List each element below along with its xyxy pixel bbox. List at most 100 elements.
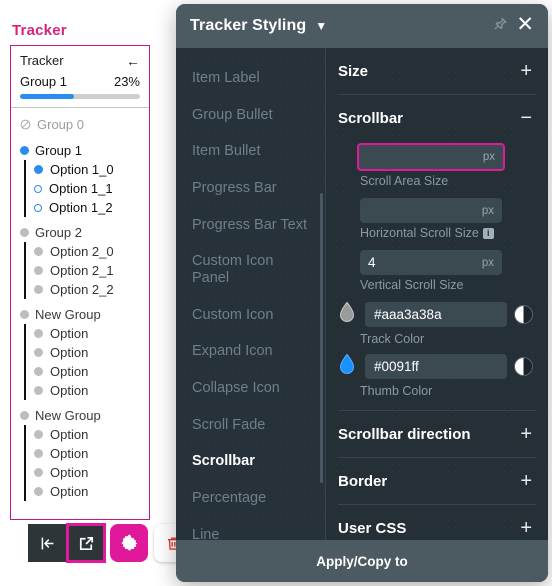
tracker-item-row[interactable]: Option (26, 324, 149, 343)
hollow-blue-dot (34, 184, 42, 193)
tracker-section-title: Tracker (12, 22, 67, 39)
tracker-item-label: Option (50, 364, 89, 379)
tracker-item-row[interactable]: Option (26, 381, 149, 400)
section-scrollbar-toggle[interactable]: − (520, 108, 532, 128)
tracker-group-row[interactable]: Group 2 (11, 223, 149, 242)
nav-item-scroll-fade[interactable]: Scroll Fade (176, 407, 325, 444)
nav-item-progress-bar-text[interactable]: Progress Bar Text (176, 207, 325, 244)
nav-item-group-bullet[interactable]: Group Bullet (176, 97, 325, 134)
scroll-area-size-input[interactable]: px (357, 143, 505, 171)
tracker-preview: Tracker Tracker ← Group 1 23% Group 0 Gro… (10, 22, 150, 520)
tracker-percent-label: 23% (113, 74, 140, 89)
nav-item-line[interactable]: Line (176, 517, 325, 540)
droplet-icon[interactable] (336, 352, 358, 381)
nav-item-item-label[interactable]: Item Label (176, 60, 325, 97)
tracker-item-row[interactable]: Option 2_1 (26, 261, 149, 280)
tracker-group-row[interactable]: Group 1 (11, 141, 149, 160)
tracker-item-label: Option (50, 383, 89, 398)
tracker-item-label: Option (50, 465, 89, 480)
droplet-icon[interactable] (336, 300, 358, 329)
tracker-item-row[interactable]: Option (26, 444, 149, 463)
panel-nav-list: Item Label Group Bullet Item Bullet Progres… (176, 48, 326, 540)
section-user-css[interactable]: User CSS + (326, 505, 548, 540)
unit-label: px (482, 151, 495, 163)
contrast-icon[interactable] (514, 305, 533, 324)
panel-header: Tracker Styling ▼ ✕ (176, 4, 548, 48)
close-icon[interactable]: ✕ (514, 14, 536, 38)
section-size[interactable]: Size + (326, 48, 548, 94)
tracker-group-label: New Group (35, 408, 101, 423)
tracker-item-row[interactable]: Option (26, 343, 149, 362)
vertical-scroll-size-value: 4 (368, 255, 376, 270)
tracker-group-row[interactable]: Group 0 (11, 115, 149, 134)
pin-icon[interactable] (492, 16, 508, 37)
tracker-item-label: Option 1_2 (49, 200, 113, 215)
panel-body: Item Label Group Bullet Item Bullet Progres… (176, 48, 548, 540)
nav-item-item-bullet[interactable]: Item Bullet (176, 133, 325, 170)
nav-item-collapse-icon[interactable]: Collapse Icon (176, 370, 325, 407)
tracker-header-label: Tracker (20, 53, 64, 68)
section-scrollbar-direction-toggle[interactable]: + (520, 424, 532, 444)
filled-gray-dot (34, 247, 43, 256)
tracker-item-row[interactable]: Option 2_2 (26, 280, 149, 299)
section-scrollbar[interactable]: Scrollbar − (326, 95, 548, 141)
track-color-input[interactable]: #aaa3a38a (365, 302, 507, 327)
nav-item-custom-icon-panel[interactable]: Custom Icon Panel (176, 243, 325, 296)
nav-item-progress-bar[interactable]: Progress Bar (176, 170, 325, 207)
horizontal-scroll-size-label: Horizontal Scroll Size (360, 226, 479, 240)
apply-copy-bar[interactable]: Apply/Copy to (176, 540, 548, 582)
tracker-group-row[interactable]: New Group (11, 305, 149, 324)
tracker-item-row[interactable]: Option 1_2 (26, 198, 149, 217)
tracker-item-row[interactable]: Option (26, 425, 149, 444)
tracker-item-row[interactable]: Option 1_1 (26, 179, 149, 198)
filled-gray-dot (34, 329, 43, 338)
tracker-item-row[interactable]: Option (26, 463, 149, 482)
contrast-icon[interactable] (514, 357, 533, 376)
tracker-group-row[interactable]: New Group (11, 406, 149, 425)
tracker-group-label: Group 1 (35, 143, 82, 158)
nav-item-label: Collapse Icon (192, 380, 280, 397)
tracker-item-row[interactable]: Option (26, 482, 149, 501)
apply-copy-label: Apply/Copy to (316, 553, 408, 569)
section-border-toggle[interactable]: + (520, 471, 532, 491)
vertical-scroll-size-input[interactable]: 4 px (360, 250, 502, 275)
nav-item-percentage[interactable]: Percentage (176, 480, 325, 517)
section-size-toggle[interactable]: + (520, 61, 532, 81)
section-border[interactable]: Border + (326, 458, 548, 504)
tracker-item-label: Option 1_1 (49, 181, 113, 196)
nav-item-scrollbar[interactable]: Scrollbar (176, 443, 325, 480)
thumb-color-input[interactable]: #0091ff (365, 354, 507, 379)
collapse-left-icon-button[interactable] (28, 524, 66, 562)
section-scrollbar-title: Scrollbar (338, 109, 404, 127)
disabled-circle-icon (20, 119, 31, 130)
tracker-item-label: Option 2_0 (50, 244, 114, 259)
gear-icon-button[interactable] (110, 524, 148, 562)
tracker-item-list: Option Option Option Option (24, 425, 149, 501)
field-track-color: #aaa3a38a (326, 300, 548, 329)
nav-item-label: Progress Bar Text (192, 216, 307, 233)
vertical-scroll-size-label: Vertical Scroll Size (360, 278, 464, 292)
section-user-css-toggle[interactable]: + (520, 518, 532, 538)
progress-bar-fill (20, 94, 74, 99)
tracker-item-row[interactable]: Option (26, 362, 149, 381)
nav-scrollbar[interactable] (320, 193, 323, 483)
section-user-css-title: User CSS (338, 519, 407, 537)
nav-item-label: Group Bullet (192, 106, 273, 123)
tracker-group-label: Group 1 (20, 74, 67, 89)
tracker-item-row[interactable]: Option 1_0 (26, 160, 149, 179)
chevron-down-icon[interactable]: ▼ (315, 19, 327, 33)
horizontal-scroll-size-input[interactable]: px (360, 198, 502, 223)
filled-gray-dot (20, 411, 29, 420)
nav-item-expand-icon[interactable]: Expand Icon (176, 333, 325, 370)
filled-gray-dot (34, 468, 43, 477)
nav-item-custom-icon[interactable]: Custom Icon (176, 297, 325, 334)
open-external-icon-button[interactable] (66, 523, 106, 563)
tracker-item-row[interactable]: Option 2_0 (26, 242, 149, 261)
tracker-item-label: Option (50, 446, 89, 461)
section-scrollbar-direction[interactable]: Scrollbar direction + (326, 411, 548, 457)
unit-label: px (481, 256, 494, 269)
arrow-left-icon[interactable]: ← (126, 54, 140, 68)
filled-gray-dot (34, 285, 43, 294)
info-icon[interactable]: i (482, 227, 494, 239)
